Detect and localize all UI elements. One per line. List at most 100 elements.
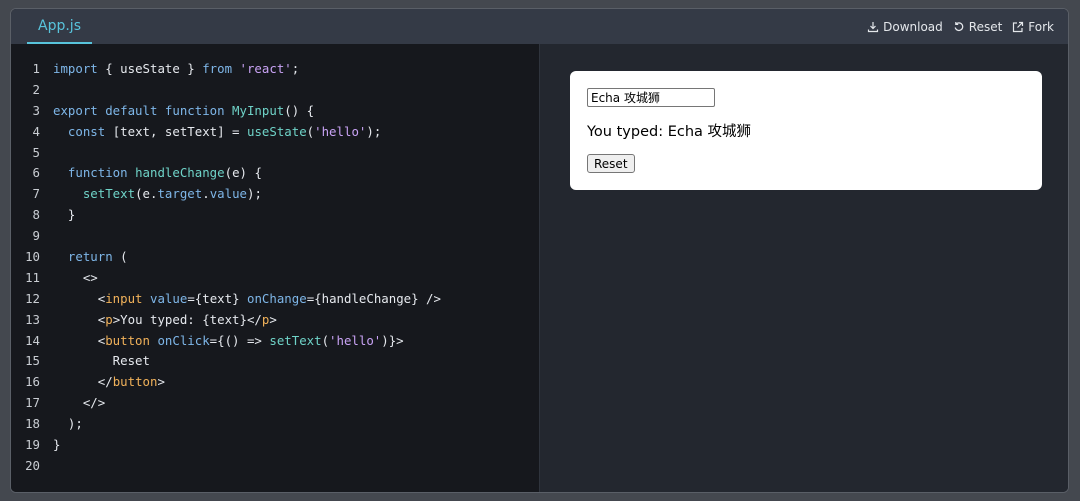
code-line: 18 ); (11, 414, 441, 435)
code-line: 1 import { useState } from 'react'; (11, 59, 441, 80)
reset-button[interactable]: Reset (587, 154, 635, 173)
sandbox-frame: App.js Download Reset Fork 1 import {us… (10, 8, 1069, 493)
code-token: < (53, 290, 106, 306)
code-line: 16 </button> (11, 372, 441, 393)
code-token: (e. (135, 186, 158, 202)
code-token: onClick (157, 332, 210, 348)
code-token: onChange (247, 290, 307, 306)
code-token: ( (321, 332, 330, 348)
code-token: ={() => (209, 332, 270, 348)
reset-icon (954, 21, 964, 31)
code-token: p (105, 311, 113, 327)
code-line: 11 <> (11, 268, 441, 289)
line-number: 16 (25, 374, 40, 390)
code-token: value (209, 186, 247, 202)
code-token: </ (53, 374, 113, 390)
code-token: . (202, 186, 210, 202)
code-editor[interactable]: 1 import { useState } from 'react'; 2 3 expo… (11, 44, 539, 492)
code-line: 9 (11, 226, 441, 247)
fork-button[interactable]: Fork (1012, 20, 1054, 34)
code-token: (e) { (224, 165, 262, 181)
code-token: </> (53, 395, 106, 411)
code-line: 20 (11, 456, 441, 477)
download-button[interactable]: Download (867, 20, 943, 34)
code-line: 13 <p>You typed: {text}</p> (11, 310, 441, 331)
code-line: 4 const [text, setText] = useState('hell… (11, 122, 441, 143)
code-line: 2 (11, 80, 441, 101)
code-text: return ( (53, 247, 128, 268)
line-number: 14 (25, 332, 40, 348)
code-token: useState (246, 123, 307, 139)
line-number: 3 (32, 102, 40, 118)
preview-pane: You typed: Echa 攻城狮 Reset (539, 44, 1068, 492)
download-label: Download (883, 19, 943, 34)
code-token: value (150, 290, 188, 306)
code-token: ); (247, 186, 262, 202)
code-text: export default function MyInput() { (53, 101, 314, 122)
code-text: ); (53, 414, 83, 435)
code-token: { useState } (97, 61, 203, 76)
code-token: handleChange (135, 165, 225, 181)
code-line: 3 export default function MyInput() { (11, 101, 441, 122)
code-token: () { (284, 102, 315, 118)
code-token: ( (112, 249, 128, 265)
text-input[interactable] (587, 88, 715, 107)
code-text: setText(e.target.value); (53, 184, 262, 205)
line-number: 7 (32, 186, 40, 202)
code-line: 8 } (11, 205, 441, 226)
tab-app-js[interactable]: App.js (27, 9, 92, 44)
line-number: 18 (25, 416, 40, 432)
code-text: <> (53, 268, 98, 289)
code-token: button (105, 332, 150, 348)
sandbox-toolbar: App.js Download Reset Fork (11, 9, 1068, 45)
code-token: ={handleChange} /> (306, 290, 441, 306)
code-token: Reset (53, 353, 150, 369)
reset-label: Reset (968, 19, 1003, 34)
line-number: 8 (32, 207, 40, 223)
code-token: from (202, 61, 233, 76)
code-text: <input value={text} onChange={handleChan… (53, 289, 441, 310)
code-token: ={text} (187, 290, 247, 306)
code-token: input (105, 290, 143, 306)
code-token: return (67, 249, 113, 265)
code-text: </> (53, 393, 105, 414)
code-token: ); (53, 416, 83, 432)
code-token: < (53, 332, 106, 348)
line-number: 17 (25, 395, 40, 411)
code-token: import (53, 61, 98, 76)
line-number: 15 (25, 353, 40, 369)
code-token: MyInput (232, 102, 285, 118)
code-line: 19} (11, 435, 441, 456)
code-text: <p>You typed: {text}</p> (53, 310, 277, 331)
fork-label: Fork (1028, 19, 1054, 34)
code-token: 'hello' (314, 123, 367, 139)
code-token: } (53, 207, 76, 223)
code-token: } (53, 437, 61, 453)
line-number: 5 (32, 144, 40, 160)
code-text: </button> (53, 372, 165, 393)
code-token: ); (366, 123, 382, 139)
code-text: Reset (53, 351, 150, 372)
code-line: 15 Reset (11, 351, 441, 372)
code-token: [text, setText] = (105, 123, 247, 139)
code-token: >You typed: {text}</ (112, 311, 262, 327)
code-line: 10 return ( (11, 247, 441, 268)
preview-card: You typed: Echa 攻城狮 Reset (570, 71, 1042, 190)
code-token: )}> (381, 332, 404, 348)
reset-toolbar-button[interactable]: Reset (953, 19, 1003, 34)
line-number: 1 (32, 61, 40, 76)
code-token: export default function (53, 102, 225, 118)
code-token: < (53, 311, 106, 327)
code-text: function handleChange(e) { (53, 163, 262, 184)
line-number: 19 (25, 437, 40, 453)
code-line: 7 setText(e.target.value); (11, 184, 441, 205)
code-token: button (112, 374, 158, 390)
code-line: 12 <input value={text} onChange={handleC… (11, 289, 441, 310)
code-token: const (67, 123, 106, 139)
code-lines: 1 import { useState } from 'react'; 2 3 expo… (11, 59, 441, 477)
